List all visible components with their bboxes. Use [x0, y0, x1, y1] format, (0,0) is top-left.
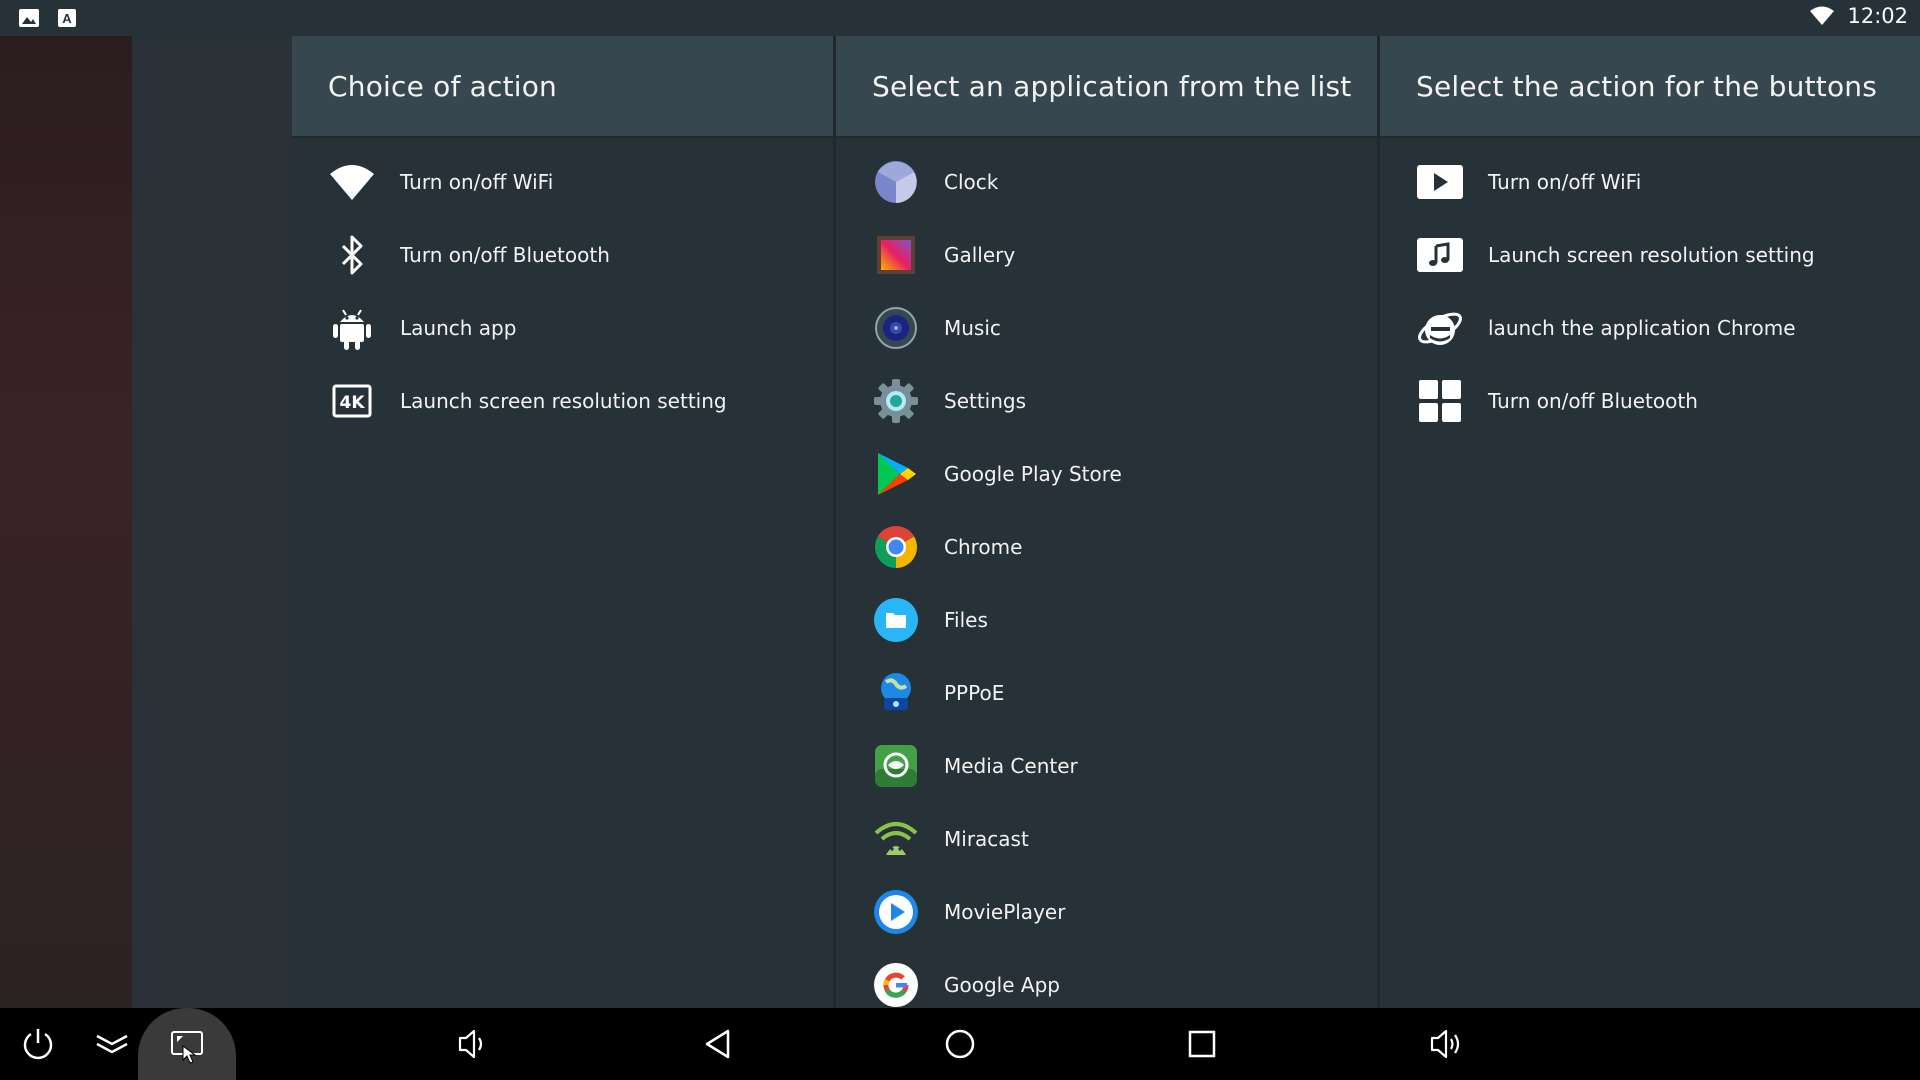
- 4k-icon: 4K: [328, 377, 376, 425]
- recents-icon: [1188, 1030, 1216, 1058]
- volume-up-icon: [1430, 1029, 1460, 1059]
- list-item-label: Turn on/off WiFi: [1488, 169, 1642, 194]
- list-item-launch-app[interactable]: Launch app: [292, 291, 833, 364]
- back-button[interactable]: [698, 1024, 738, 1064]
- home-button[interactable]: [940, 1024, 980, 1064]
- list-item-bluetooth[interactable]: Turn on/off Bluetooth: [292, 218, 833, 291]
- list-item-label: Music: [944, 315, 1001, 340]
- pppoe-icon: [872, 669, 920, 717]
- panel-title: Select an application from the list: [836, 36, 1377, 136]
- miracast-icon: [872, 815, 920, 863]
- background-panel-strip: [132, 36, 292, 1008]
- volume-down-button[interactable]: [452, 1024, 492, 1064]
- list-item-chrome[interactable]: Chrome: [836, 510, 1377, 583]
- list-item-gallery[interactable]: Gallery: [836, 218, 1377, 291]
- list-item-play-store[interactable]: Google Play Store: [836, 437, 1377, 510]
- list-item-button-wifi[interactable]: Turn on/off WiFi: [1380, 145, 1920, 218]
- play-store-icon: [872, 450, 920, 498]
- list-item-movie-player[interactable]: MoviePlayer: [836, 875, 1377, 948]
- list-item-label: Media Center: [944, 753, 1078, 778]
- panel-title: Select the action for the buttons: [1380, 36, 1920, 136]
- windows-icon: [1416, 377, 1464, 425]
- list-item-clock[interactable]: Clock: [836, 145, 1377, 218]
- music-icon: [872, 304, 920, 352]
- list-item-label: launch the application Chrome: [1488, 315, 1796, 340]
- button-action-list: Turn on/off WiFi Launch screen resolutio…: [1380, 138, 1920, 437]
- button-action-panel: Select the action for the buttons Turn o…: [1380, 36, 1920, 1008]
- movie-player-icon: [872, 888, 920, 936]
- list-item-media-center[interactable]: Media Center: [836, 729, 1377, 802]
- back-icon: [705, 1029, 730, 1059]
- screenshot-icon: [171, 1031, 203, 1064]
- list-item-files[interactable]: Files: [836, 583, 1377, 656]
- list-item-label: Google App: [944, 972, 1060, 997]
- android-icon: [328, 304, 376, 352]
- list-item-label: Clock: [944, 169, 999, 194]
- play-button-icon: [1416, 158, 1464, 206]
- list-item-label: Launch screen resolution setting: [400, 388, 727, 413]
- list-item-pppoe[interactable]: PPPoE: [836, 656, 1377, 729]
- wifi-icon: [1810, 6, 1835, 25]
- navigation-bar: [0, 1008, 1920, 1080]
- collapse-button[interactable]: [92, 1024, 132, 1064]
- panel-title: Choice of action: [292, 36, 833, 136]
- list-item-label: Chrome: [944, 534, 1023, 559]
- volume-up-button[interactable]: [1426, 1024, 1466, 1064]
- list-item-resolution[interactable]: 4K Launch screen resolution setting: [292, 364, 833, 437]
- list-item-label: Launch screen resolution setting: [1488, 242, 1815, 267]
- internet-explorer-icon: [1416, 304, 1464, 352]
- files-icon: [872, 596, 920, 644]
- bluetooth-icon: [328, 231, 376, 279]
- application-list: Clock Gallery Music Settings Google Play…: [836, 138, 1377, 1021]
- list-item-label: Gallery: [944, 242, 1016, 267]
- list-item-button-resolution[interactable]: Launch screen resolution setting: [1380, 218, 1920, 291]
- collapse-icon: [96, 1034, 128, 1054]
- list-item-label: Files: [944, 607, 988, 632]
- list-item-label: Miracast: [944, 826, 1029, 851]
- wifi-icon: [328, 158, 376, 206]
- list-item-miracast[interactable]: Miracast: [836, 802, 1377, 875]
- action-list: Turn on/off WiFi Turn on/off Bluetooth L…: [292, 138, 833, 437]
- chrome-icon: [872, 523, 920, 571]
- background-wallpaper-strip: [0, 36, 132, 1008]
- media-center-icon: [872, 742, 920, 790]
- screenshot-button[interactable]: [167, 1024, 207, 1064]
- settings-gear-icon: [872, 377, 920, 425]
- recents-button[interactable]: [1182, 1024, 1222, 1064]
- list-item-label: MoviePlayer: [944, 899, 1066, 924]
- svg-text:4K: 4K: [339, 393, 365, 413]
- action-choice-panel: Choice of action Turn on/off WiFi Turn o…: [292, 36, 833, 1008]
- list-item-label: Turn on/off Bluetooth: [1488, 388, 1698, 413]
- list-item-label: PPPoE: [944, 680, 1005, 705]
- volume-down-icon: [458, 1029, 483, 1059]
- list-item-label: Turn on/off WiFi: [400, 169, 554, 194]
- power-icon: [23, 1029, 53, 1060]
- text-a-icon: A: [58, 9, 76, 27]
- list-item-settings[interactable]: Settings: [836, 364, 1377, 437]
- list-item-label: Launch app: [400, 315, 517, 340]
- list-item-button-chrome[interactable]: launch the application Chrome: [1380, 291, 1920, 364]
- list-item-music[interactable]: Music: [836, 291, 1377, 364]
- list-item-label: Settings: [944, 388, 1027, 413]
- status-time: 12:02: [1847, 4, 1908, 28]
- home-icon: [945, 1029, 975, 1059]
- status-bar: A 12:02: [0, 0, 1920, 36]
- list-item-label: Google Play Store: [944, 461, 1122, 486]
- image-icon: [19, 9, 39, 27]
- power-button[interactable]: [18, 1024, 58, 1064]
- music-note-icon: [1416, 231, 1464, 279]
- svg-text:A: A: [62, 11, 72, 26]
- list-item-label: Turn on/off Bluetooth: [400, 242, 610, 267]
- application-list-panel: Select an application from the list Cloc…: [836, 36, 1377, 1008]
- list-item-button-bluetooth[interactable]: Turn on/off Bluetooth: [1380, 364, 1920, 437]
- gallery-icon: [872, 231, 920, 279]
- clock-icon: [872, 158, 920, 206]
- list-item-wifi[interactable]: Turn on/off WiFi: [292, 145, 833, 218]
- google-icon: [872, 961, 920, 1009]
